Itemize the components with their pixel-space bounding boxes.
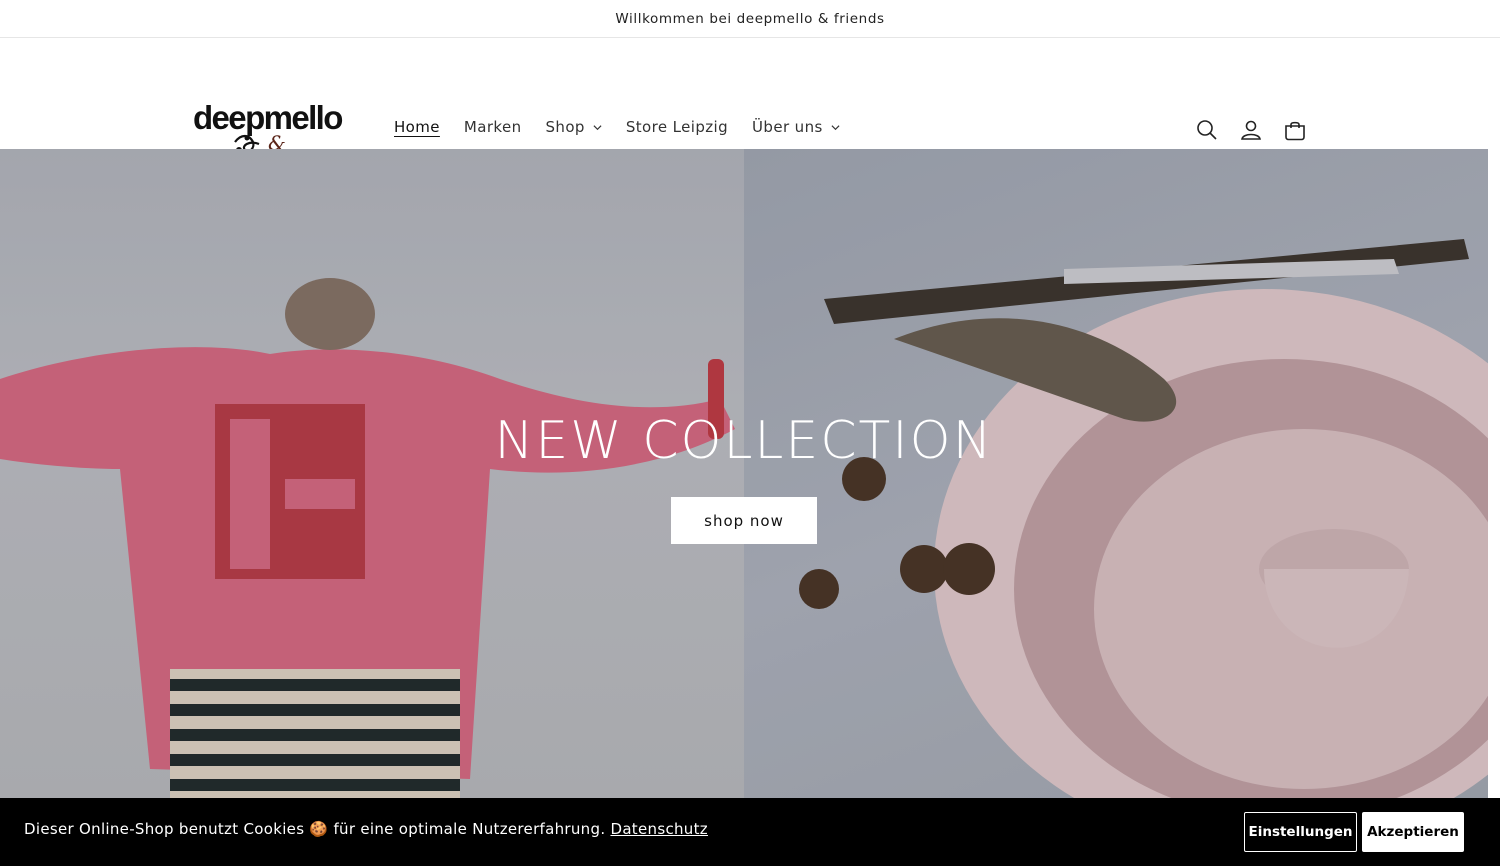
hero-title: NEW COLLECTION xyxy=(494,411,994,471)
cookie-settings-button[interactable]: Einstellungen xyxy=(1244,812,1357,852)
nav-item-store-leipzig[interactable]: Store Leipzig xyxy=(626,118,728,136)
announcement-text: Willkommen bei deepmello & friends xyxy=(615,10,885,27)
cookie-text-before: Dieser Online-Shop benutzt Cookies xyxy=(24,820,305,838)
privacy-link[interactable]: Datenschutz xyxy=(610,820,708,838)
shop-now-button[interactable]: shop now xyxy=(671,497,817,544)
nav-item-home[interactable]: Home xyxy=(394,118,440,136)
account-button[interactable] xyxy=(1239,116,1263,144)
cookie-accept-button[interactable]: Akzeptieren xyxy=(1362,812,1464,852)
cart-button[interactable] xyxy=(1283,116,1307,144)
nav-item-label: Home xyxy=(394,118,440,136)
nav-item-shop[interactable]: Shop xyxy=(546,118,602,136)
nav-item-label: Store Leipzig xyxy=(625,118,729,136)
hero-content: NEW COLLECTION shop now xyxy=(0,149,1488,798)
cookie-banner: Dieser Online-Shop benutzt Cookies 🍪 für… xyxy=(0,798,1500,866)
main-nav: Home Marken Shop Store Leipzig Über uns xyxy=(394,118,864,136)
search-icon xyxy=(1197,120,1217,140)
nav-item-label: Über uns xyxy=(752,118,823,136)
cookie-icon: 🍪 xyxy=(309,820,329,838)
chevron-down-icon xyxy=(831,124,840,130)
nav-item-ueber-uns[interactable]: Über uns xyxy=(752,118,840,136)
nav-item-marken[interactable]: Marken xyxy=(464,118,522,136)
nav-item-label: Shop xyxy=(545,118,585,136)
chevron-down-icon xyxy=(593,124,602,130)
site-header: deepmello & friends Home Marken Shop Sto… xyxy=(0,38,1500,181)
header-icons xyxy=(1195,116,1307,144)
nav-item-label: Marken xyxy=(463,118,522,136)
hero-banner: NEW COLLECTION shop now xyxy=(0,149,1488,798)
cookie-text-after: für eine optimale Nutzererfahrung. xyxy=(333,820,606,838)
cart-icon xyxy=(1285,121,1305,141)
announcement-bar: Willkommen bei deepmello & friends xyxy=(0,0,1500,38)
account-icon xyxy=(1241,120,1261,140)
cookie-text: Dieser Online-Shop benutzt Cookies 🍪 für… xyxy=(24,820,708,838)
search-button[interactable] xyxy=(1195,116,1219,144)
